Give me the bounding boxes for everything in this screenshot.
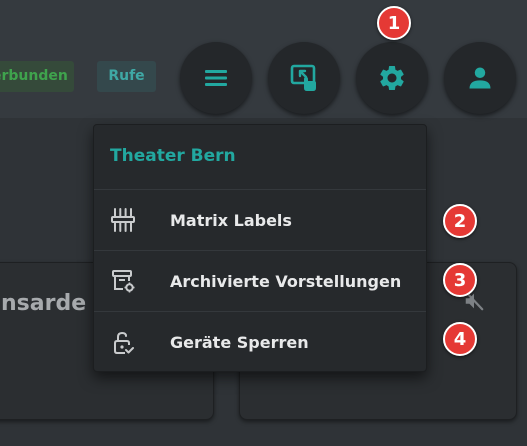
settings-dropdown-menu: Theater Bern Matrix Labels Archivierte V… xyxy=(93,124,427,372)
menu-item-archived-performances[interactable]: Archivierte Vorstellungen xyxy=(94,251,426,312)
card-title: nsarde xyxy=(1,291,87,316)
screen-touch-icon xyxy=(290,64,316,91)
step-marker: 2 xyxy=(443,204,477,238)
lock-check-icon xyxy=(108,328,138,358)
menu-title: Theater Bern xyxy=(94,125,426,190)
menu-item-matrix-labels[interactable]: Matrix Labels xyxy=(94,190,426,251)
settings-button[interactable] xyxy=(356,42,428,114)
menu-button[interactable] xyxy=(180,42,252,114)
step-marker: 3 xyxy=(443,263,477,297)
menu-item-label: Archivierte Vorstellungen xyxy=(170,271,402,291)
sliders-icon xyxy=(108,205,138,235)
connection-status-badge: erbunden xyxy=(0,61,74,92)
menu-icon xyxy=(205,70,227,86)
step-marker: 1 xyxy=(377,6,411,40)
menu-item-label: Geräte Sperren xyxy=(170,333,309,352)
archive-settings-icon xyxy=(108,266,138,296)
top-bar: erbunden Rufe xyxy=(0,0,527,118)
user-icon xyxy=(469,67,491,89)
gear-icon xyxy=(380,66,404,90)
step-marker: 4 xyxy=(443,322,477,356)
menu-item-lock-devices[interactable]: Geräte Sperren xyxy=(94,312,426,373)
user-button[interactable] xyxy=(444,42,516,114)
call-badge[interactable]: Rufe xyxy=(97,61,156,92)
screen-touch-button[interactable] xyxy=(268,42,340,114)
menu-item-label: Matrix Labels xyxy=(170,210,292,230)
